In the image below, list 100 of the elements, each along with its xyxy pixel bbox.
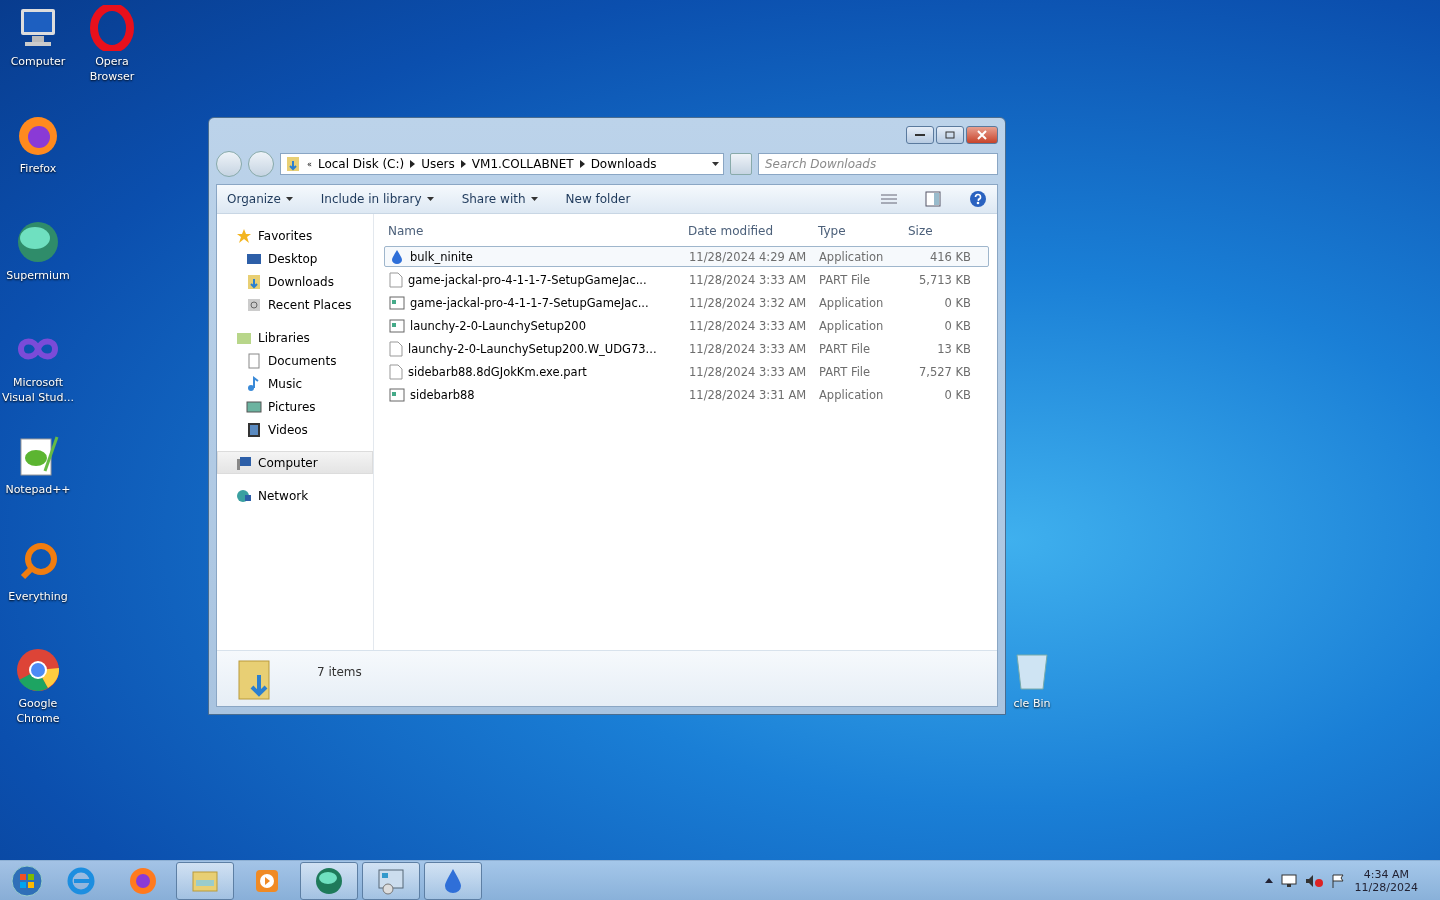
view-list-icon[interactable] [881, 193, 897, 205]
desktop-icon-label[interactable]: Firefox [19, 161, 57, 176]
table-cell-text: 0 KB [943, 387, 972, 402]
clock-time[interactable]: 4:34 AM [1363, 867, 1409, 881]
file-row[interactable]: sidebarb88.8dGJokKm.exe.part 11/28/2024 3:33 AM PART File 7,527 KB [384, 361, 989, 382]
refresh-button[interactable] [730, 153, 752, 175]
table-cell-text: 11/28/2024 3:33 AM [688, 364, 808, 379]
table-cell-text: 0 KB [943, 295, 972, 310]
caret-icon [285, 197, 293, 201]
search-field[interactable]: Search Downloads [758, 153, 998, 175]
computer-icon [236, 454, 252, 471]
nav-tree-item[interactable]: Downloads [217, 270, 373, 293]
column-header[interactable]: Name [384, 224, 684, 238]
desktop-icon-label[interactable]: Microsoft Visual Stud... [0, 375, 76, 405]
table-cell-text: 11/28/2024 3:31 AM [688, 387, 808, 402]
star-icon [236, 227, 252, 244]
breadcrumb-link[interactable]: VM1.COLLABNET [471, 157, 574, 171]
breadcrumb-link[interactable]: Downloads [590, 157, 657, 171]
file-row[interactable]: bulk_ninite 11/28/2024 4:29 AM Application 416 KB [384, 246, 989, 267]
help-icon[interactable] [969, 190, 987, 208]
chrome-logo-icon[interactable] [15, 647, 61, 693]
table-cell: bulk_ninite [385, 248, 685, 265]
e-logo-icon [66, 865, 96, 896]
taskbar-button[interactable] [362, 861, 420, 900]
desktop-icon-label[interactable]: Opera Browser [74, 54, 150, 84]
close-button[interactable] [966, 126, 998, 144]
file-row[interactable]: launchy-2-0-LaunchySetup200.W_UDG73... 11/28/2024 3:33 AM PART File 13 KB [384, 338, 989, 359]
back-button[interactable] [216, 151, 242, 177]
desktop-icon-label[interactable]: Notepad++ [5, 482, 71, 497]
nav-tree-item[interactable]: Music [217, 372, 373, 395]
table-cell-text: PART File [818, 272, 872, 287]
table-cell-text: 11/28/2024 3:32 AM [688, 295, 808, 310]
desktop-icon-label[interactable]: Google Chrome [0, 696, 76, 726]
chevron-right-icon [410, 160, 416, 168]
table-cell-text: 0 KB [943, 318, 972, 333]
desktop-icon-label[interactable]: Everything [8, 589, 68, 604]
table-cell-text: 416 KB [928, 249, 972, 264]
forward-button[interactable] [248, 151, 274, 177]
breadcrumb-link[interactable]: Local Disk (C:) [317, 157, 405, 171]
toolbar-menu-button[interactable]: New folder [565, 190, 631, 208]
table-cell: launchy-2-0-LaunchySetup200 [385, 318, 685, 333]
nav-tree-item[interactable]: Documents [217, 349, 373, 372]
taskbar-button[interactable] [300, 861, 358, 900]
minimize-button[interactable] [906, 126, 934, 144]
blank-file-icon [389, 340, 403, 357]
column-header[interactable]: Size [904, 224, 974, 238]
table-cell-text: 7,527 KB [918, 364, 972, 379]
column-header[interactable]: Date modified [684, 224, 814, 238]
toolbar-menu-button[interactable]: Organize [227, 190, 293, 208]
minimize-icon [915, 133, 925, 137]
nav-tree-item[interactable]: Network [217, 484, 373, 507]
caret-icon [712, 162, 719, 166]
desktop-icon-label[interactable]: Supermium [6, 268, 70, 283]
network-icon[interactable] [1280, 873, 1297, 888]
opera-logo-icon[interactable] [89, 5, 135, 51]
picture-icon [246, 398, 262, 415]
clock-date[interactable]: 11/28/2024 [1354, 880, 1418, 894]
flag-icon[interactable] [1330, 873, 1347, 888]
caret-icon [530, 197, 538, 201]
nav-tree-item[interactable]: Videos [217, 418, 373, 441]
table-cell-text: Application [818, 295, 885, 310]
nav-tree-item[interactable]: Desktop [217, 247, 373, 270]
preview-pane-icon[interactable] [925, 191, 941, 207]
film-icon [246, 421, 262, 438]
table-cell: sidebarb88.8dGJokKm.exe.part [385, 363, 685, 380]
table-cell: launchy-2-0-LaunchySetup200.W_UDG73... [385, 340, 685, 357]
breadcrumb-link[interactable]: Users [421, 157, 455, 171]
nav-tree-item[interactable]: Favorites [217, 224, 373, 247]
file-row[interactable]: launchy-2-0-LaunchySetup200 11/28/2024 3:33 AM Application 0 KB [384, 315, 989, 336]
column-header[interactable]: Type [814, 224, 904, 238]
nav-tree-item[interactable]: Libraries [217, 326, 373, 349]
table-cell-text: 11/28/2024 3:33 AM [688, 341, 808, 356]
file-row[interactable]: game-jackal-pro-4-1-1-7-SetupGameJac... 11/28/2024 3:33 AM PART File 5,713 KB [384, 269, 989, 290]
desktop-icon-label[interactable]: Computer [10, 54, 66, 69]
nav-tree-item[interactable]: Pictures [217, 395, 373, 418]
overflow-chevron-icon[interactable]: « [307, 159, 312, 169]
table-cell-text: Application [818, 387, 885, 402]
program-window-icon [389, 295, 405, 310]
file-row[interactable]: sidebarb88 11/28/2024 3:31 AM Application 0 KB [384, 384, 989, 405]
restore-icon [945, 131, 955, 139]
document-icon [246, 352, 262, 369]
table-cell-text: 13 KB [936, 341, 972, 356]
taskbar-button[interactable] [424, 861, 482, 900]
speaker-muted-icon[interactable] [1304, 873, 1323, 888]
nav-tree-item[interactable]: Computer [217, 451, 373, 474]
toolbar-menu-button[interactable]: Share with [461, 190, 538, 208]
table-cell-text: 11/28/2024 3:33 AM [688, 272, 808, 287]
table-cell: game-jackal-pro-4-1-1-7-SetupGameJac... [385, 295, 685, 310]
file-row[interactable]: game-jackal-pro-4-1-1-7-SetupGameJac... 11/28/2024 3:32 AM Application 0 KB [384, 292, 989, 313]
table-cell-text: 11/28/2024 3:33 AM [688, 318, 808, 333]
orb-icon[interactable] [15, 219, 61, 265]
maximize-button[interactable] [936, 126, 964, 144]
nav-tree-item[interactable]: Recent Places [217, 293, 373, 316]
toolbar-menu-button[interactable]: Include in library [320, 190, 434, 208]
address-bar[interactable]: « Local Disk (C:) Users VM1.COLLABNET Downloads [280, 153, 724, 175]
caret-up-icon[interactable] [1264, 878, 1273, 883]
table-cell-text: 11/28/2024 4:29 AM [688, 249, 808, 264]
table-cell-text: PART File [818, 364, 872, 379]
chevron-right-icon [460, 160, 466, 168]
taskbar-button[interactable] [176, 861, 234, 900]
